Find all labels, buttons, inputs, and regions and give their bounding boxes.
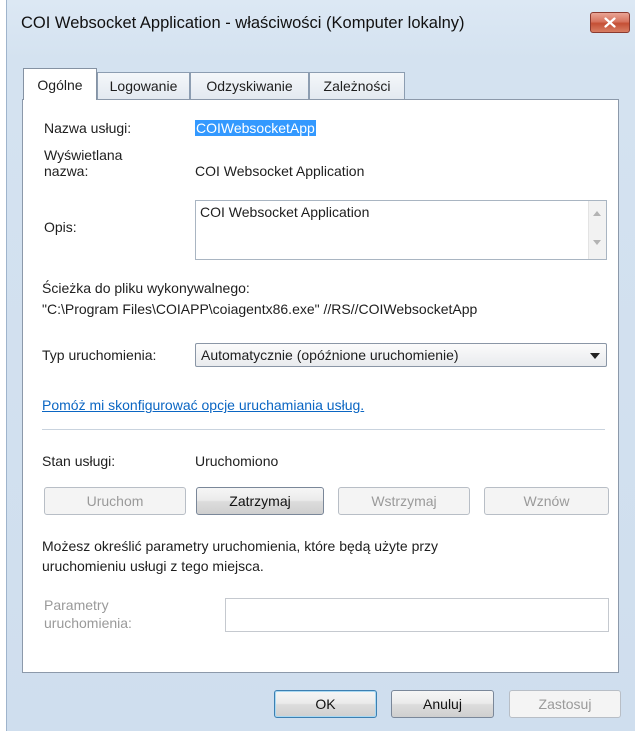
pause-button[interactable]: Wstrzymaj bbox=[338, 487, 470, 515]
service-name-label: Nazwa usługi: bbox=[44, 120, 132, 136]
params-label-line2: uruchomienia: bbox=[44, 615, 132, 631]
description-box[interactable]: COI Websocket Application bbox=[195, 200, 607, 260]
params-note-line1: Możesz określić parametry uruchomienia, … bbox=[42, 538, 439, 554]
display-name-label-line1: Wyświetlana bbox=[44, 147, 123, 163]
window-title: COI Websocket Application - właściwości … bbox=[21, 14, 465, 32]
ok-button[interactable]: OK bbox=[274, 690, 377, 718]
display-name-value[interactable]: COI Websocket Application bbox=[195, 163, 364, 179]
params-note-line2: uruchomieniu usługi z tego miejsca. bbox=[42, 558, 264, 574]
help-configure-link[interactable]: Pomóż mi skonfigurować opcje uruchamiani… bbox=[42, 397, 364, 413]
service-name-value[interactable]: COIWebsocketApp bbox=[195, 120, 316, 136]
divider bbox=[42, 429, 605, 430]
display-name-label-line2: nazwa: bbox=[44, 163, 89, 179]
start-button[interactable]: Uruchom bbox=[44, 487, 186, 515]
status-value: Uruchomiono bbox=[195, 453, 279, 469]
stop-button[interactable]: Zatrzymaj bbox=[196, 487, 324, 515]
cancel-button[interactable]: Anuluj bbox=[391, 690, 494, 718]
path-value: "C:\Program Files\COIAPP\coiagentx86.exe… bbox=[42, 301, 478, 317]
startup-type-label: Typ uruchomienia: bbox=[42, 347, 157, 363]
properties-dialog: COI Websocket Application - właściwości … bbox=[6, 0, 635, 731]
params-label-line1: Parametry bbox=[44, 597, 109, 613]
close-icon bbox=[604, 17, 616, 28]
startup-type-value: Automatycznie (opóźnione uruchomienie) bbox=[201, 347, 459, 363]
description-label: Opis: bbox=[44, 219, 77, 235]
path-label: Ścieżka do pliku wykonywalnego: bbox=[42, 280, 250, 296]
tab-general[interactable]: Ogólne bbox=[23, 68, 97, 100]
params-label: Parametry uruchomienia: bbox=[44, 596, 132, 632]
description-scrollbar[interactable] bbox=[588, 201, 606, 259]
display-name-label: Wyświetlana nazwa: bbox=[44, 147, 122, 179]
resume-button[interactable]: Wznów bbox=[484, 487, 609, 515]
scroll-down-arrow-icon[interactable] bbox=[593, 240, 601, 245]
description-text: COI Websocket Application bbox=[200, 204, 370, 220]
start-params-input[interactable] bbox=[225, 598, 609, 632]
startup-type-dropdown[interactable]: Automatycznie (opóźnione uruchomienie) bbox=[195, 343, 607, 367]
tab-logon[interactable]: Logowanie bbox=[97, 72, 190, 99]
status-label: Stan usługi: bbox=[42, 453, 116, 469]
chevron-down-icon[interactable] bbox=[590, 353, 600, 359]
scroll-up-arrow-icon[interactable] bbox=[593, 211, 601, 216]
service-name-selection[interactable]: COIWebsocketApp bbox=[195, 120, 316, 136]
tab-dependencies[interactable]: Zależności bbox=[309, 72, 405, 99]
close-button[interactable] bbox=[590, 12, 630, 33]
general-panel: Nazwa usługi: COIWebsocketApp Wyświetlan… bbox=[22, 99, 619, 673]
apply-button[interactable]: Zastosuj bbox=[509, 690, 621, 718]
tab-recovery[interactable]: Odzyskiwanie bbox=[190, 72, 309, 99]
title-bar[interactable]: COI Websocket Application - właściwości … bbox=[7, 0, 635, 44]
